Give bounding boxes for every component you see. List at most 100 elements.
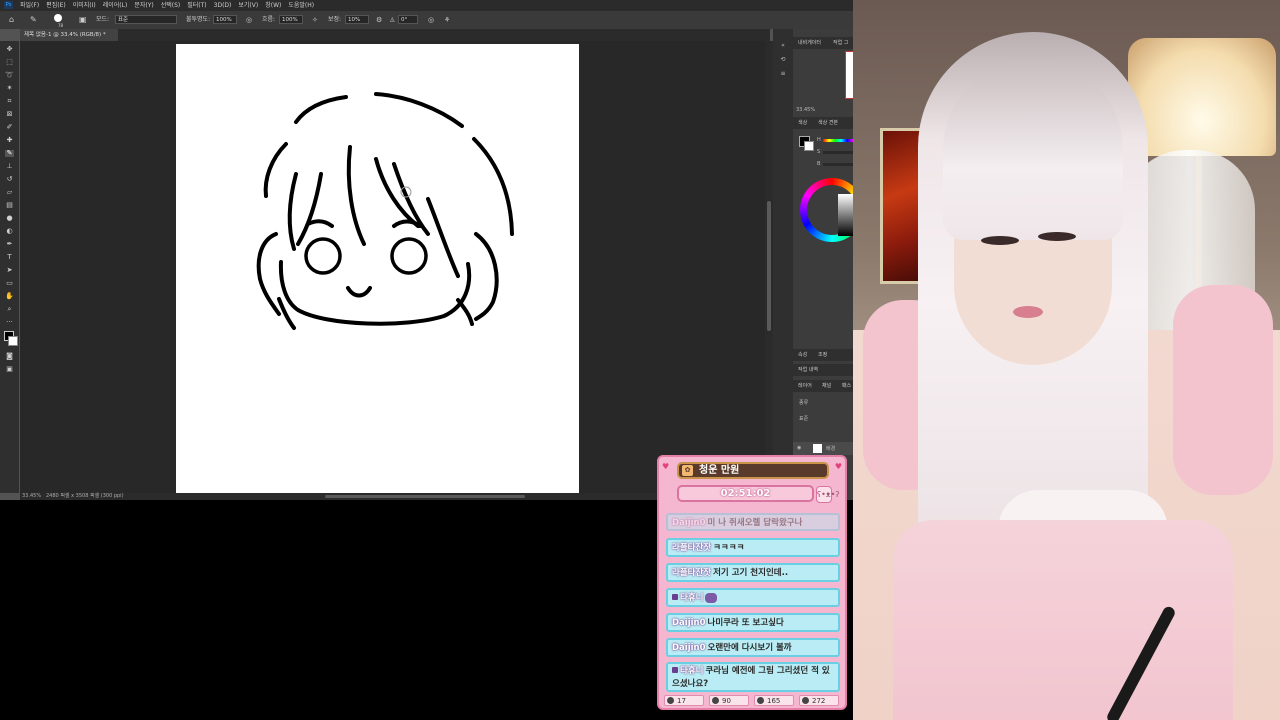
tab-navigator[interactable]: 내비게이터 bbox=[798, 37, 821, 49]
dodge-tool-icon[interactable]: ◐ bbox=[5, 228, 14, 235]
menu-3d[interactable]: 3D(D) bbox=[214, 0, 232, 11]
layer-name[interactable]: 배경 bbox=[826, 445, 835, 452]
move-tool-icon[interactable]: ✥ bbox=[5, 46, 14, 53]
smoothing-field[interactable]: 10% bbox=[345, 15, 369, 24]
opacity-field[interactable]: 100% bbox=[213, 15, 237, 24]
eyedropper-tool-icon[interactable]: ✐ bbox=[5, 124, 14, 131]
tab-actions[interactable]: 작업 그 bbox=[833, 37, 848, 49]
chat-nick: 타휴니 bbox=[680, 593, 704, 603]
chat-text: 오랜만에 다시보기 볼까 bbox=[707, 643, 792, 653]
color-panel-background-swatch[interactable] bbox=[804, 141, 814, 151]
crop-tool-icon[interactable]: ⌗ bbox=[5, 98, 14, 105]
angle-field[interactable]: 0° bbox=[398, 15, 418, 24]
chat-message: 라플타잔잣 저기 고기 천지인데.. bbox=[666, 563, 840, 582]
more-tools-icon[interactable]: ··· bbox=[5, 319, 14, 326]
screen-mode-icon[interactable]: ▣ bbox=[5, 366, 14, 373]
pressure-opacity-icon[interactable]: ◎ bbox=[246, 11, 252, 29]
chat-text: ㅋㅋㅋㅋ bbox=[713, 543, 745, 553]
properties-icon[interactable]: ≡ bbox=[779, 71, 787, 77]
shape-tool-icon[interactable]: ▭ bbox=[5, 280, 14, 287]
menu-file[interactable]: 파일(F) bbox=[20, 0, 39, 11]
streamer-eye-right bbox=[1038, 232, 1076, 241]
lamp-shade bbox=[1128, 38, 1276, 156]
hue-label: H bbox=[817, 137, 821, 143]
healing-tool-icon[interactable]: ✚ bbox=[5, 137, 14, 144]
collapse-panels-icon[interactable]: « bbox=[779, 43, 787, 49]
streamer-lips bbox=[1013, 306, 1043, 318]
color-picker-square[interactable] bbox=[838, 194, 853, 236]
chat-stats: 17 90 165 272 bbox=[664, 695, 844, 707]
tab-swatches[interactable]: 색상 견본 bbox=[818, 117, 838, 129]
home-icon[interactable]: ⌂ bbox=[9, 11, 14, 29]
magic-wand-tool-icon[interactable]: ✶ bbox=[5, 85, 14, 92]
history-icon[interactable]: ⟲ bbox=[779, 57, 787, 63]
document-tab[interactable]: 제목 없음-1 @ 33.4% (RGB/8) * bbox=[20, 29, 118, 41]
flow-field[interactable]: 100% bbox=[279, 15, 303, 24]
blur-tool-icon[interactable]: ● bbox=[5, 215, 14, 222]
like-icon bbox=[802, 697, 809, 704]
tab-paths[interactable]: 패스 bbox=[842, 380, 851, 392]
chat-message: 타휴니 쿠라님 예전에 그림 그리셨던 적 있으셨나요? bbox=[666, 662, 840, 692]
brightness-slider[interactable] bbox=[823, 163, 853, 166]
vertical-scrollbar-thumb[interactable] bbox=[767, 201, 771, 331]
menu-layer[interactable]: 레이어(L) bbox=[103, 0, 128, 11]
horizontal-scrollbar-thumb[interactable] bbox=[325, 495, 525, 498]
menu-help[interactable]: 도움말(H) bbox=[288, 0, 314, 11]
document-canvas[interactable] bbox=[176, 44, 579, 493]
pen-tool-icon[interactable]: ✒ bbox=[5, 241, 14, 248]
eraser-tool-icon[interactable]: ▱ bbox=[5, 189, 14, 196]
history-tabs: 작업 내역 bbox=[793, 364, 853, 376]
gradient-tool-icon[interactable]: ▤ bbox=[5, 202, 14, 209]
brush-tool-icon[interactable]: ✎ bbox=[30, 11, 37, 29]
flow-label: 흐름: bbox=[262, 16, 276, 23]
path-selection-tool-icon[interactable]: ➤ bbox=[5, 267, 14, 274]
tab-properties[interactable]: 속성 bbox=[798, 349, 807, 361]
status-zoom[interactable]: 33.45% bbox=[22, 493, 41, 500]
airbrush-icon[interactable]: ✧ bbox=[312, 11, 318, 29]
chat-nick: 타휴니 bbox=[680, 666, 704, 676]
brush-settings-icon[interactable]: ▣ bbox=[79, 11, 87, 29]
symmetry-icon[interactable]: ⚘ bbox=[444, 11, 450, 29]
menu-filter[interactable]: 필터(T) bbox=[187, 0, 206, 11]
background-color-swatch[interactable] bbox=[8, 336, 18, 346]
viewer-icon bbox=[667, 697, 674, 704]
menu-type[interactable]: 문자(Y) bbox=[134, 0, 153, 11]
hue-slider[interactable] bbox=[823, 139, 853, 142]
layer-filter-kind[interactable]: 종류 bbox=[799, 399, 808, 406]
quick-mask-icon[interactable]: ◙ bbox=[5, 353, 14, 360]
hand-tool-icon[interactable]: ✋ bbox=[5, 293, 14, 300]
stream-timer: 02:51:02 bbox=[677, 485, 814, 502]
menu-image[interactable]: 이미지(I) bbox=[73, 0, 96, 11]
saturation-slider[interactable] bbox=[823, 151, 853, 154]
tab-layers[interactable]: 레이어 bbox=[798, 380, 812, 392]
tools-panel: ✥ ⬚ ➰ ✶ ⌗ ⊠ ✐ ✚ ✎ ⊥ ↺ ▱ ▤ ● ◐ ✒ T ➤ ▭ ✋ … bbox=[0, 41, 19, 493]
tab-color[interactable]: 색상 bbox=[798, 117, 807, 129]
brush-tool-icon[interactable]: ✎ bbox=[5, 150, 14, 157]
menu-select[interactable]: 선택(S) bbox=[161, 0, 181, 11]
pressure-size-icon[interactable]: ◎ bbox=[428, 11, 434, 29]
menu-window[interactable]: 창(W) bbox=[265, 0, 281, 11]
lasso-tool-icon[interactable]: ➰ bbox=[5, 72, 14, 79]
tab-history[interactable]: 작업 내역 bbox=[798, 364, 818, 376]
marquee-tool-icon[interactable]: ⬚ bbox=[5, 59, 14, 66]
frame-tool-icon[interactable]: ⊠ bbox=[5, 111, 14, 118]
zoom-tool-icon[interactable]: ⌕ bbox=[5, 306, 14, 313]
eye-icon[interactable]: ◉ bbox=[797, 445, 801, 451]
stamp-tool-icon[interactable]: ⊥ bbox=[5, 163, 14, 170]
heart-icon: ♥ bbox=[662, 462, 670, 471]
navigator-zoom[interactable]: 33.45% bbox=[796, 107, 815, 113]
vertical-scrollbar[interactable] bbox=[765, 41, 773, 493]
streamer-bangs bbox=[943, 60, 1123, 240]
tab-adjustments[interactable]: 조정 bbox=[818, 349, 827, 361]
navigator-preview[interactable] bbox=[845, 51, 853, 99]
layer-row[interactable]: ◉ 배경 bbox=[793, 442, 853, 455]
chat-message: 라플타잔잣 ㅋㅋㅋㅋ bbox=[666, 538, 840, 557]
menu-view[interactable]: 보기(V) bbox=[238, 0, 258, 11]
tab-channels[interactable]: 채널 bbox=[822, 380, 831, 392]
type-tool-icon[interactable]: T bbox=[5, 254, 14, 261]
smoothing-options-icon[interactable]: ⚙ bbox=[376, 11, 382, 29]
layer-blend-mode[interactable]: 표준 bbox=[799, 415, 808, 422]
mode-select[interactable]: 표준 bbox=[115, 15, 177, 24]
history-brush-tool-icon[interactable]: ↺ bbox=[5, 176, 14, 183]
bear-icon: ʕ•ᴥ•ʔ bbox=[816, 486, 839, 503]
